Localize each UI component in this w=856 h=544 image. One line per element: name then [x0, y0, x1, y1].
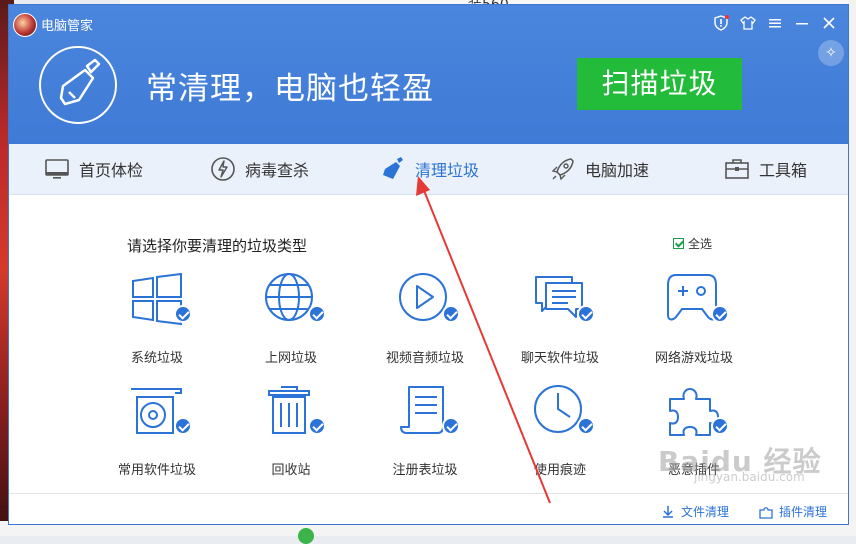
select-prompt: 请选择你要清理的垃圾类型	[127, 237, 308, 255]
footer-bar: 文件清理 插件清理	[9, 493, 848, 524]
checkbox-checked-icon	[673, 238, 684, 249]
category-label: 上网垃圾	[264, 351, 317, 366]
menu-icon[interactable]	[766, 15, 784, 33]
tab-clean-garbage[interactable]: 清理垃圾	[379, 144, 479, 194]
checked-icon	[308, 305, 326, 323]
plugin-clean-label: 插件清理	[779, 505, 828, 519]
plugin-clean-link[interactable]: 插件清理	[759, 503, 827, 520]
baidu-watermark-url: jingyan.baidu.com	[694, 470, 805, 484]
checked-icon	[308, 417, 326, 435]
category-internet-garbage[interactable]: 上网垃圾	[226, 271, 356, 371]
category-label: 使用痕迹	[533, 463, 586, 478]
app-title: 电脑管家	[41, 19, 94, 34]
skin-shirt-icon[interactable]	[739, 15, 757, 33]
category-common-software-garbage[interactable]: 常用软件垃圾	[92, 383, 222, 483]
category-registry-garbage[interactable]: 注册表垃圾	[360, 383, 490, 483]
file-clean-link[interactable]: 文件清理	[661, 503, 729, 520]
header-banner: 电脑管家 ✧ 常清理，电脑也轻盈 扫描垃圾	[9, 5, 848, 144]
category-label: 聊天软件垃圾	[520, 351, 599, 366]
tab-label: 清理垃圾	[415, 161, 480, 180]
category-label: 注册表垃圾	[392, 463, 458, 478]
tab-label: 首页体检	[79, 161, 144, 180]
scan-garbage-button[interactable]: 扫描垃圾	[577, 58, 742, 110]
app-logo	[13, 13, 37, 37]
tab-home-checkup[interactable]: 首页体检	[43, 144, 143, 194]
category-label: 网络游戏垃圾	[654, 351, 733, 366]
background-green-badge	[298, 528, 314, 544]
tab-label: 电脑加速	[585, 161, 650, 180]
category-chat-software-garbage[interactable]: 聊天软件垃圾	[495, 271, 625, 371]
window-controls	[712, 15, 838, 33]
close-icon[interactable]	[820, 15, 838, 33]
select-all-checkbox[interactable]: 全选	[673, 235, 712, 252]
monitor-icon	[45, 159, 69, 179]
lightning-shield-icon	[211, 157, 235, 181]
checked-icon	[711, 305, 729, 323]
category-online-game-garbage[interactable]: 网络游戏垃圾	[629, 271, 759, 371]
category-system-garbage[interactable]: 系统垃圾	[92, 271, 222, 371]
tab-pc-speedup[interactable]: 电脑加速	[549, 144, 649, 194]
category-label: 视频音频垃圾	[385, 351, 464, 366]
file-clean-label: 文件清理	[681, 505, 730, 519]
category-recycle-bin[interactable]: 回收站	[226, 383, 356, 483]
background-page-right	[848, 0, 856, 536]
checked-icon	[442, 417, 460, 435]
select-all-label: 全选	[688, 237, 713, 251]
category-label: 常用软件垃圾	[117, 463, 196, 478]
broom-badge-icon	[39, 46, 117, 124]
broom-icon	[383, 157, 403, 179]
main-nav: 首页体检 病毒查杀 清理垃圾 电脑加速 工具箱	[9, 144, 848, 195]
tab-toolbox[interactable]: 工具箱	[723, 144, 807, 194]
plugin-icon	[759, 506, 773, 519]
category-video-audio-garbage[interactable]: 视频音频垃圾	[360, 271, 490, 371]
checked-icon	[174, 417, 192, 435]
checked-icon	[711, 417, 729, 435]
rocket-icon	[551, 158, 574, 181]
header-slogan: 常清理，电脑也轻盈	[146, 71, 434, 107]
category-label: 系统垃圾	[130, 351, 183, 366]
tab-label: 病毒查杀	[245, 161, 310, 180]
tab-virus-scan[interactable]: 病毒查杀	[209, 144, 309, 194]
checked-icon	[174, 305, 192, 323]
shield-alert-icon[interactable]	[712, 15, 730, 33]
sparkle-icon[interactable]: ✧	[818, 40, 844, 66]
checked-icon	[577, 305, 595, 323]
download-file-icon	[663, 505, 673, 518]
minimize-icon[interactable]	[793, 15, 811, 33]
checked-icon	[442, 305, 460, 323]
category-usage-traces[interactable]: 使用痕迹	[495, 383, 625, 483]
tab-label: 工具箱	[759, 161, 808, 180]
toolbox-icon	[725, 159, 749, 179]
category-label: 回收站	[271, 463, 311, 478]
checked-icon	[577, 417, 595, 435]
